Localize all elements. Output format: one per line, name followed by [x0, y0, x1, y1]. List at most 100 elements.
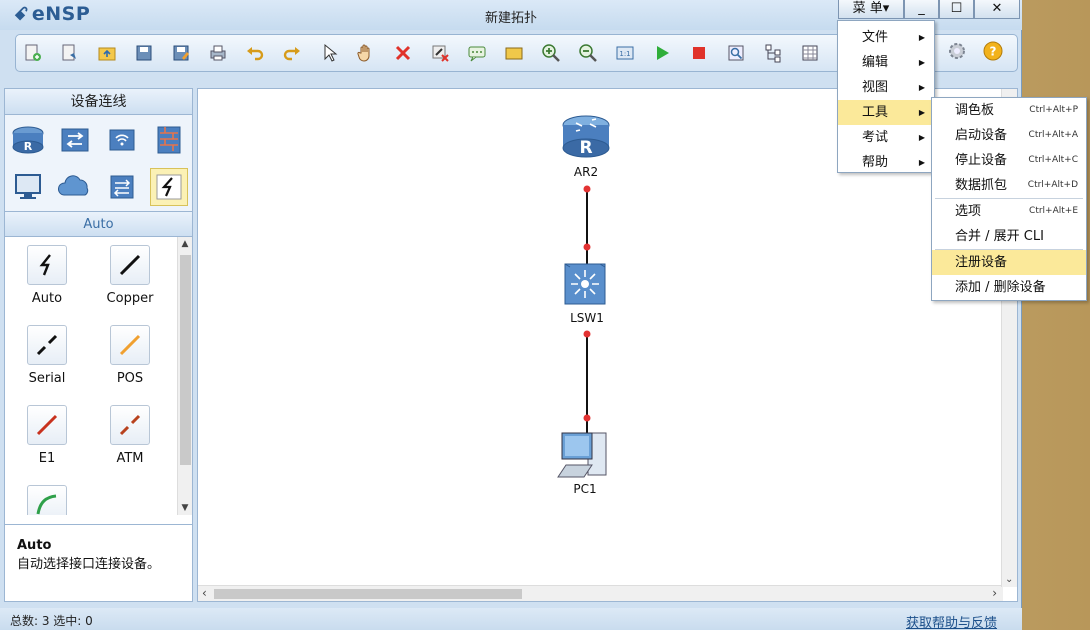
redo-icon[interactable] [281, 42, 303, 64]
scroll-left-icon[interactable]: ‹ [202, 586, 207, 600]
connection-item-atm[interactable]: ATM [98, 405, 162, 466]
switch-category-icon[interactable] [56, 121, 94, 159]
device-panel-header: 设备连线 [5, 89, 192, 115]
scroll-down-icon[interactable]: ▼ [178, 503, 192, 513]
submenu-arrow-icon: ▶ [918, 133, 925, 142]
menu-button[interactable]: 菜 单▾ [838, 0, 904, 19]
tools-submenu: 调色板 Ctrl+Alt+P 启动设备 Ctrl+Alt+A 停止设备 Ctrl+Al… [931, 97, 1087, 301]
menu-item-edit[interactable]: 编辑 ▶ [838, 50, 934, 75]
submenu-item-add-remove-device[interactable]: 添加 / 删除设备 [932, 275, 1086, 300]
menu-item-label: 文件 [862, 30, 889, 45]
scroll-up-icon[interactable]: ▲ [178, 239, 192, 249]
connection-label: ATM [116, 451, 144, 466]
connection-item-auto[interactable]: Auto [15, 245, 79, 306]
menu-item-label: 工具 [862, 105, 889, 120]
connection-item-pos[interactable]: POS [98, 325, 162, 386]
ctl-connection-icon [27, 485, 67, 515]
cloud-category-icon[interactable] [56, 168, 94, 206]
shortcut-text: Ctrl+Alt+P [1029, 105, 1078, 115]
text-comment-icon[interactable] [466, 42, 488, 64]
connection-label: Copper [106, 291, 154, 306]
topology-tree-icon[interactable] [762, 42, 784, 64]
reset-zoom-icon[interactable]: 1:1 [614, 42, 636, 64]
device-list-scrollbar[interactable]: ▲ ▼ [177, 237, 192, 515]
capture-icon[interactable] [725, 42, 747, 64]
connection-label: Auto [31, 291, 63, 306]
submenu-item-start-device[interactable]: 启动设备 Ctrl+Alt+A [932, 123, 1086, 148]
router-icon[interactable]: R [562, 115, 610, 158]
shortcut-text: Ctrl+Alt+C [1028, 155, 1078, 165]
connection-item-ctl[interactable] [15, 485, 79, 515]
help-feedback-link[interactable]: 获取帮助与反馈 [906, 612, 997, 630]
submenu-item-register-device[interactable]: 注册设备 [932, 250, 1086, 275]
menu-item-file[interactable]: 文件 ▶ [838, 25, 934, 50]
submenu-arrow-icon: ▶ [918, 58, 925, 67]
submenu-item-label: 数据抓包 [955, 178, 1008, 193]
rectangle-icon[interactable] [503, 42, 525, 64]
scrollbar-thumb[interactable] [180, 255, 191, 465]
switch-icon[interactable] [564, 263, 606, 305]
selection-count: 总数: 3 选中: 0 [10, 614, 93, 628]
submenu-item-capture[interactable]: 数据抓包 Ctrl+Alt+D [932, 173, 1086, 198]
other-devices-category-icon[interactable] [103, 168, 141, 206]
print-icon[interactable] [207, 42, 229, 64]
wlan-category-icon[interactable] [103, 121, 141, 159]
minimize-icon[interactable]: _ [904, 0, 939, 19]
save-as-icon[interactable] [170, 42, 192, 64]
menu-item-help[interactable]: 帮助 ▶ [838, 150, 934, 175]
zoom-in-icon[interactable] [540, 42, 562, 64]
menu-item-tools[interactable]: 工具 ▶ [838, 100, 934, 125]
status-bar: 总数: 3 选中: 0 获取帮助与反馈 [0, 608, 1022, 630]
menu-item-view[interactable]: 视图 ▶ [838, 75, 934, 100]
maximize-icon[interactable]: ☐ [939, 0, 974, 19]
connection-category-icon[interactable] [150, 168, 188, 206]
scrollbar-thumb[interactable] [214, 589, 522, 599]
router-category-icon[interactable]: R [9, 121, 47, 159]
svg-text:1:1: 1:1 [619, 50, 630, 58]
help-icon[interactable]: ? [982, 40, 1004, 65]
stop-device-icon[interactable] [688, 42, 710, 64]
submenu-item-stop-device[interactable]: 停止设备 Ctrl+Alt+C [932, 148, 1086, 173]
undo-icon[interactable] [244, 42, 266, 64]
connection-item-copper[interactable]: Copper [98, 245, 162, 306]
menu-item-label: 考试 [862, 130, 889, 145]
connection-label: POS [116, 371, 144, 386]
zoom-out-icon[interactable] [577, 42, 599, 64]
node-label-pc1[interactable]: PC1 [555, 482, 615, 496]
scroll-right-icon[interactable]: › [992, 586, 997, 600]
canvas-horizontal-scrollbar[interactable]: ‹ › [198, 585, 1003, 601]
save-icon[interactable] [133, 42, 155, 64]
start-device-icon[interactable] [651, 42, 673, 64]
settings-icon[interactable] [946, 40, 968, 65]
submenu-item-palette[interactable]: 调色板 Ctrl+Alt+P [932, 98, 1086, 123]
pc-category-icon[interactable] [9, 168, 47, 206]
description-text: 自动选择接口连接设备。 [17, 557, 161, 572]
link-endpoint [583, 330, 591, 338]
menu-item-label: 帮助 [862, 155, 889, 170]
node-label-lsw1[interactable]: LSW1 [557, 311, 617, 325]
description-title: Auto [17, 538, 52, 553]
new-from-template-icon[interactable] [59, 42, 81, 64]
grid-icon[interactable] [799, 42, 821, 64]
submenu-item-label: 添加 / 删除设备 [955, 280, 1046, 295]
new-topology-icon[interactable] [22, 42, 44, 64]
submenu-item-label: 选项 [955, 204, 982, 219]
delete-link-icon[interactable] [429, 42, 451, 64]
menu-item-exam[interactable]: 考试 ▶ [838, 125, 934, 150]
connection-item-e1[interactable]: E1 [15, 405, 79, 466]
submenu-item-label: 合并 / 展开 CLI [955, 229, 1044, 244]
submenu-item-merge-cli[interactable]: 合并 / 展开 CLI [932, 224, 1086, 249]
hand-pan-icon[interactable] [355, 42, 377, 64]
firewall-category-icon[interactable] [150, 121, 188, 159]
select-pointer-icon[interactable] [318, 42, 340, 64]
submenu-item-options[interactable]: 选项 Ctrl+Alt+E [932, 199, 1086, 224]
open-icon[interactable] [96, 42, 118, 64]
pc-icon[interactable] [557, 432, 607, 478]
scroll-down-icon[interactable]: ⌄ [1005, 574, 1013, 585]
close-icon[interactable]: ✕ [974, 0, 1020, 19]
submenu-arrow-icon: ▶ [918, 158, 925, 167]
link-endpoint [583, 414, 591, 422]
delete-icon[interactable] [392, 42, 414, 64]
connection-item-serial[interactable]: Serial [15, 325, 79, 386]
node-label-ar2[interactable]: AR2 [556, 165, 616, 179]
